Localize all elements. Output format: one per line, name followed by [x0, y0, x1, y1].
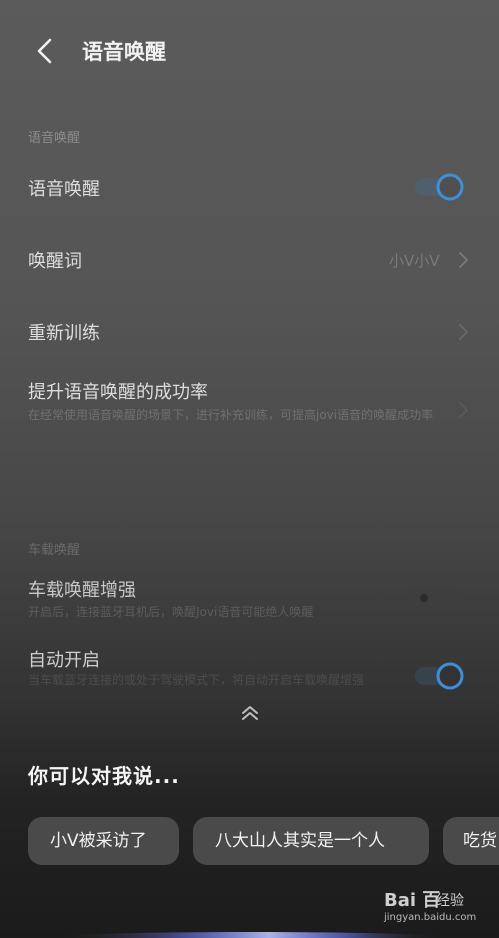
auto-enable-toggle[interactable]	[414, 662, 466, 690]
page-title: 语音唤醒	[82, 40, 166, 64]
chevron-right-icon	[459, 402, 469, 418]
voice-wave-indicator	[60, 932, 440, 938]
suggestion-chip-3[interactable]: 吃货	[443, 817, 499, 865]
row-voice-wake[interactable]: 语音唤醒	[0, 160, 499, 216]
row-title: 唤醒词	[28, 251, 82, 272]
baidu-url: jingyan.baidu.com	[384, 912, 477, 923]
back-arrow-icon[interactable]	[28, 34, 62, 68]
chevron-right-icon	[459, 324, 469, 340]
suggestion-chip-1[interactable]: 小V被采访了	[28, 817, 179, 865]
section-label-car-wake: 车载唤醒	[28, 543, 81, 558]
car-wake-boost-toggle[interactable]	[410, 584, 462, 612]
row-car-wake-boost[interactable]: 车载唤醒增强 开启后，连接蓝牙耳机后，唤醒Jovi语音可能绝人唤醒	[0, 570, 499, 630]
baidu-jingyan-label: 经验	[436, 893, 464, 909]
baidu-logo: Bai 百	[384, 890, 441, 911]
row-title: 自动开启	[28, 650, 100, 671]
row-subtitle: 在经常使用语音唤醒的场景下，进行补充训练，可提高jovi语音的唤醒成功率	[28, 408, 434, 422]
wake-word-value: 小V小V	[389, 252, 440, 270]
voice-wake-toggle[interactable]	[414, 173, 466, 201]
row-title: 提升语音唤醒的成功率	[28, 382, 208, 403]
row-auto-enable[interactable]: 自动开启 当车载蓝牙连接的或处于驾驶模式下，将自动开启车载唤醒增强	[0, 640, 499, 710]
row-wake-word[interactable]: 唤醒词 小V小V	[0, 232, 499, 288]
row-improve-success-rate[interactable]: 提升语音唤醒的成功率 在经常使用语音唤醒的场景下，进行补充训练，可提高jovi语…	[0, 370, 499, 450]
row-subtitle: 开启后，连接蓝牙耳机后，唤醒Jovi语音可能绝人唤醒	[28, 605, 314, 619]
suggestion-chip-2[interactable]: 八大山人其实是一个人	[193, 817, 429, 865]
chevron-up-double-icon[interactable]	[238, 703, 262, 723]
section-label-voice-wake: 语音唤醒	[28, 131, 81, 146]
chevron-right-icon	[459, 252, 469, 268]
row-subtitle: 当车载蓝牙连接的或处于驾驶模式下，将自动开启车载唤醒增强	[28, 673, 365, 687]
voice-hint-title: 你可以对我说...	[28, 764, 180, 788]
row-title: 语音唤醒	[28, 179, 100, 200]
row-title: 重新训练	[28, 323, 100, 344]
row-retrain[interactable]: 重新训练	[0, 304, 499, 360]
row-title: 车载唤醒增强	[28, 580, 136, 601]
